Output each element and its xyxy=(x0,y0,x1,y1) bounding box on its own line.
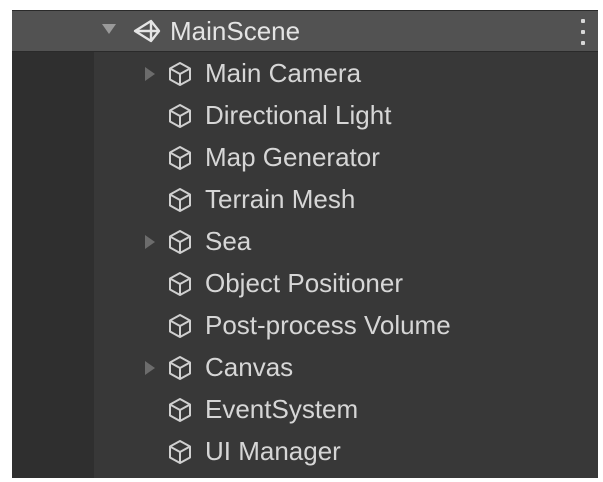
expand-arrow-icon[interactable] xyxy=(102,24,116,34)
cube-icon xyxy=(169,272,191,296)
cube-icon xyxy=(169,440,191,464)
hierarchy-item[interactable]: Main Camera xyxy=(12,52,598,94)
scene-header-row[interactable]: MainScene xyxy=(12,10,598,52)
cube-icon xyxy=(169,230,191,254)
hierarchy-item[interactable]: Object Positioner xyxy=(12,262,598,304)
hierarchy-item[interactable]: Terrain Mesh xyxy=(12,178,598,220)
cube-icon xyxy=(169,146,191,170)
hierarchy-item[interactable]: Post-process Volume xyxy=(12,304,598,346)
cube-icon xyxy=(169,314,191,338)
hierarchy-item-label: EventSystem xyxy=(205,394,359,424)
hierarchy-item-label: Terrain Mesh xyxy=(205,184,356,214)
kebab-menu-icon[interactable] xyxy=(576,19,590,45)
hierarchy-item[interactable]: Canvas xyxy=(12,346,598,388)
hierarchy-item-label: Map Generator xyxy=(205,142,380,172)
cube-icon xyxy=(169,188,191,212)
hierarchy-item-label: UI Manager xyxy=(205,436,341,466)
expand-arrow-icon[interactable] xyxy=(145,235,155,249)
scene-title: MainScene xyxy=(170,16,301,46)
cube-icon xyxy=(169,356,191,380)
hierarchy-item[interactable]: Sea xyxy=(12,220,598,262)
hierarchy-item-label: Sea xyxy=(205,226,252,256)
hierarchy-panel: MainScene Main Camera Directional Light Ma… xyxy=(12,10,598,478)
hierarchy-item-label: Post-process Volume xyxy=(205,310,451,340)
expand-arrow-icon[interactable] xyxy=(145,361,155,375)
hierarchy-item[interactable]: UI Manager xyxy=(12,430,598,472)
hierarchy-item-label: Object Positioner xyxy=(205,268,403,298)
hierarchy-item[interactable]: Directional Light xyxy=(12,94,598,136)
expand-arrow-icon[interactable] xyxy=(145,67,155,81)
hierarchy-item-label: Directional Light xyxy=(205,100,392,130)
hierarchy-item-label: Canvas xyxy=(205,352,294,382)
cube-icon xyxy=(169,104,191,128)
hierarchy-item-label: Main Camera xyxy=(205,58,362,88)
hierarchy-item[interactable]: Map Generator xyxy=(12,136,598,178)
hierarchy-list: Main Camera Directional Light Map Generato… xyxy=(12,52,598,472)
cube-icon xyxy=(169,398,191,422)
cube-icon xyxy=(169,62,191,86)
hierarchy-item[interactable]: EventSystem xyxy=(12,388,598,430)
unity-scene-icon xyxy=(133,19,161,43)
